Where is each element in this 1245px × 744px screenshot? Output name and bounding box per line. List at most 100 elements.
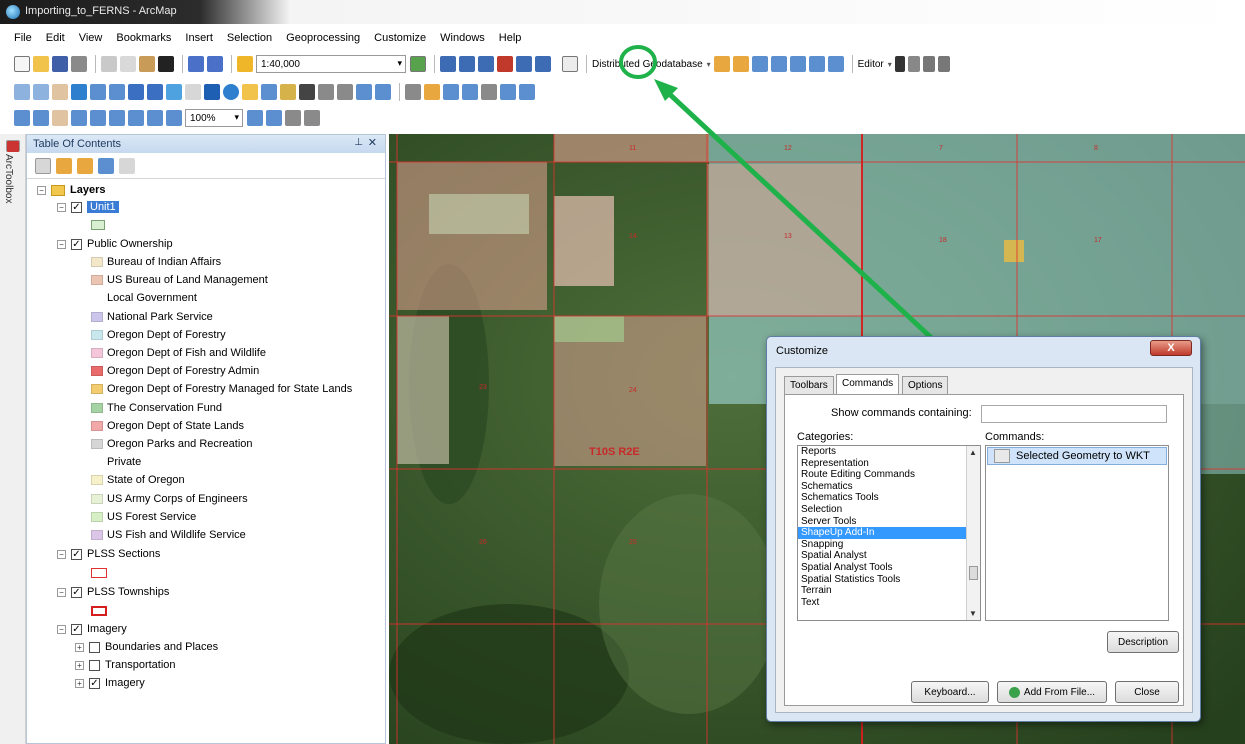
ownership-class-item[interactable]: State of Oregon	[91, 471, 185, 489]
open-folder-icon[interactable]	[33, 56, 49, 72]
category-item[interactable]: Schematics	[798, 481, 980, 493]
layer-visibility-checkbox[interactable]: ✓	[89, 677, 100, 689]
collapse-icon[interactable]: −	[37, 185, 46, 195]
create-viewer-icon[interactable]	[375, 84, 391, 100]
category-item[interactable]: Representation	[798, 458, 980, 470]
identify-icon[interactable]	[223, 84, 239, 100]
show-commands-input[interactable]	[981, 405, 1167, 423]
category-item[interactable]: Terrain	[798, 585, 980, 597]
scroll-up-icon[interactable]: ▲	[969, 448, 977, 457]
redo-icon[interactable]	[207, 56, 223, 72]
layer-label[interactable]: Unit1	[87, 201, 119, 213]
layout-zoom-out-icon[interactable]	[33, 110, 49, 126]
expand-icon[interactable]: +	[75, 660, 84, 670]
menu-customize[interactable]: Customize	[374, 32, 426, 44]
export-icon[interactable]	[808, 56, 825, 72]
category-item[interactable]: Spatial Analyst	[798, 550, 980, 562]
dialog-close-button[interactable]: X	[1150, 340, 1192, 356]
draw-icon[interactable]	[405, 84, 421, 100]
paste-icon[interactable]	[139, 56, 155, 72]
import-icon[interactable]	[789, 56, 806, 72]
category-item[interactable]: Snapping	[798, 539, 980, 551]
zoom-100-icon[interactable]	[90, 110, 106, 126]
replica-icon[interactable]	[770, 56, 787, 72]
collapse-icon[interactable]: −	[57, 624, 66, 634]
layer-visibility-checkbox[interactable]: ✓	[71, 238, 82, 250]
close-icon[interactable]: ✕	[368, 136, 377, 149]
options-icon[interactable]	[119, 157, 135, 174]
fixed-out-icon[interactable]	[128, 110, 144, 126]
trace-icon[interactable]	[937, 56, 950, 72]
menu-insert[interactable]: Insert	[185, 32, 213, 44]
scroll-down-icon[interactable]: ▼	[969, 609, 977, 618]
go-to-xy-icon[interactable]	[337, 84, 353, 100]
category-item[interactable]: ShapeUp Add-In	[798, 527, 980, 539]
menu-bookmarks[interactable]: Bookmarks	[116, 32, 171, 44]
zoom-whole-page-icon[interactable]	[71, 110, 87, 126]
layer-label[interactable]: Imagery	[105, 677, 145, 689]
scroll-thumb[interactable]	[969, 566, 978, 580]
save-icon[interactable]	[52, 56, 68, 72]
full-extent-icon[interactable]	[71, 84, 87, 100]
layer-icon[interactable]	[443, 84, 459, 100]
checkin-icon[interactable]	[732, 56, 749, 72]
close-button[interactable]: Close	[1115, 681, 1179, 703]
layer-label[interactable]: PLSS Sections	[87, 548, 160, 560]
layer-plss-townships[interactable]: − ✓ PLSS Townships	[57, 583, 169, 601]
add-from-file-button[interactable]: Add From File...	[997, 681, 1107, 703]
layer-unit1[interactable]: − ✓ Unit1	[57, 198, 119, 216]
manage-icon[interactable]	[827, 56, 844, 72]
map-scale-combo[interactable]: 1:40,000 ▾	[256, 55, 406, 73]
collapse-icon[interactable]: −	[57, 587, 66, 597]
collapse-icon[interactable]: −	[57, 202, 66, 212]
category-item[interactable]: Server Tools	[798, 516, 980, 528]
layout-pan-icon[interactable]	[52, 110, 68, 126]
category-item[interactable]: Selection	[798, 504, 980, 516]
zoom-out-icon[interactable]	[33, 84, 49, 100]
list-by-visibility-icon[interactable]	[77, 157, 93, 174]
layer-label[interactable]: Transportation	[105, 659, 176, 671]
keyboard-button[interactable]: Keyboard...	[911, 681, 989, 703]
category-item[interactable]: Text	[798, 597, 980, 609]
ownership-class-item[interactable]: Oregon Dept of Forestry	[91, 326, 226, 344]
menu-windows[interactable]: Windows	[440, 32, 485, 44]
expand-icon[interactable]: +	[75, 678, 84, 688]
layer-visibility-checkbox[interactable]: ✓	[71, 623, 82, 635]
menu-edit[interactable]: Edit	[46, 32, 65, 44]
find-icon[interactable]	[299, 84, 315, 100]
next-extent-icon[interactable]	[166, 110, 182, 126]
layer-visibility-checkbox[interactable]	[89, 659, 100, 671]
layer-imagery-group[interactable]: − ✓ Imagery	[57, 620, 127, 638]
model-builder-icon[interactable]	[535, 56, 551, 72]
ownership-class-item[interactable]: Oregon Dept of State Lands	[91, 417, 244, 435]
fixed-zoom-out-icon[interactable]	[109, 84, 125, 100]
menu-selection[interactable]: Selection	[227, 32, 272, 44]
ownership-class-item[interactable]: Oregon Parks and Recreation	[91, 435, 253, 453]
category-item[interactable]: Spatial Statistics Tools	[798, 574, 980, 586]
print-icon[interactable]	[71, 56, 87, 72]
layer-label[interactable]: Boundaries and Places	[105, 641, 218, 653]
python-window-icon[interactable]	[516, 56, 532, 72]
table-of-contents-icon[interactable]	[440, 56, 456, 72]
previous-extent-icon[interactable]	[147, 110, 163, 126]
arctoolbox-tab-label[interactable]: ArcToolbox	[3, 154, 14, 203]
add-data-icon[interactable]	[237, 56, 253, 72]
find-route-icon[interactable]	[318, 84, 334, 100]
new-document-icon[interactable]	[14, 56, 30, 72]
ownership-class-item[interactable]: Private	[91, 453, 141, 471]
ownership-class-item[interactable]: Local Government	[91, 289, 197, 307]
layer-visibility-checkbox[interactable]: ✓	[71, 201, 82, 213]
checkout-icon[interactable]	[713, 56, 730, 72]
focus-data-frame-icon[interactable]	[266, 110, 282, 126]
collapse-icon[interactable]: −	[57, 549, 66, 559]
category-item[interactable]: Spatial Analyst Tools	[798, 562, 980, 574]
ownership-class-item[interactable]: US Fish and Wildlife Service	[91, 526, 246, 544]
layer-label[interactable]: Imagery	[87, 623, 127, 635]
ownership-class-item[interactable]: Bureau of Indian Affairs	[91, 253, 221, 271]
tab-toolbars[interactable]: Toolbars	[784, 376, 834, 394]
expand-icon[interactable]: +	[75, 642, 84, 652]
edit-tool-icon[interactable]	[894, 56, 905, 72]
categories-list[interactable]: Reports Representation Route Editing Comma…	[797, 445, 981, 621]
menu-view[interactable]: View	[79, 32, 103, 44]
ownership-class-item[interactable]: US Army Corps of Engineers	[91, 490, 248, 508]
